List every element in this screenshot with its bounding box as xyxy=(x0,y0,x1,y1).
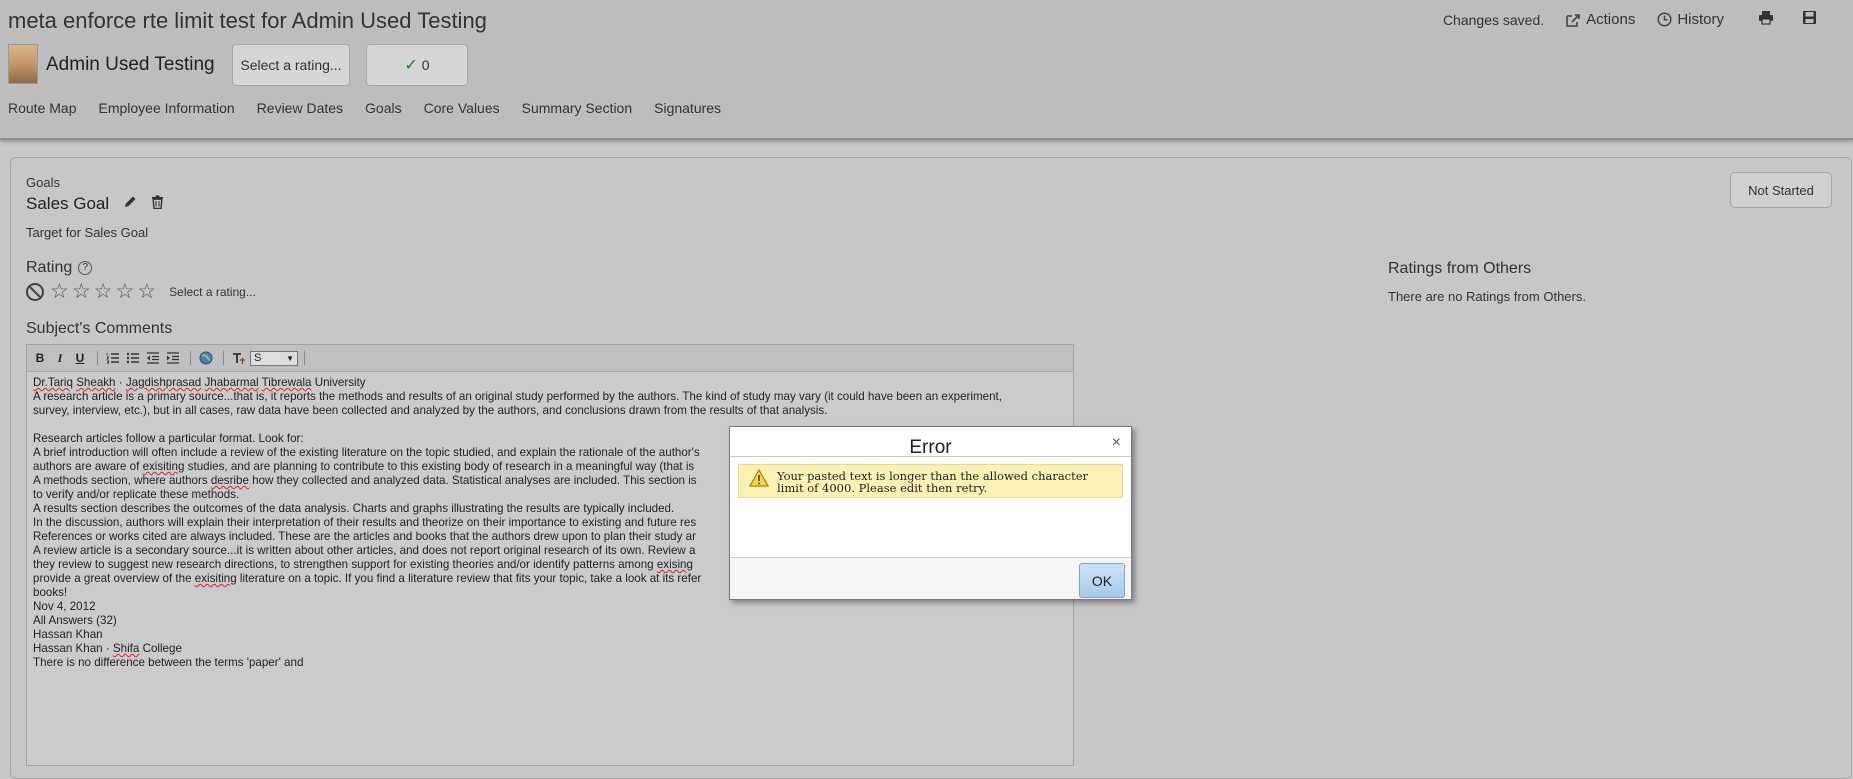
font-size-select[interactable]: S ▼ xyxy=(250,350,298,366)
top-actions: Changes saved. Actions History xyxy=(1443,10,1833,29)
pencil-icon[interactable] xyxy=(123,194,137,214)
warning-icon xyxy=(749,469,769,487)
comments-heading: Subject's Comments xyxy=(26,320,173,337)
star-icon-1[interactable]: ☆ xyxy=(50,281,69,302)
save-icon[interactable] xyxy=(1802,10,1817,29)
star-rating: ☆ ☆ ☆ ☆ ☆ Select a rating... xyxy=(26,281,256,302)
actions-label: Actions xyxy=(1586,11,1636,28)
check-count-button[interactable]: ✓ 0 xyxy=(366,44,468,86)
nav-employee-information[interactable]: Employee Information xyxy=(98,100,234,116)
underline-button[interactable]: U xyxy=(71,349,89,367)
rating-heading: Rating xyxy=(26,259,73,276)
bold-button[interactable]: B xyxy=(31,349,49,367)
share-icon xyxy=(1566,13,1580,27)
dialog-footer: OK xyxy=(730,557,1131,599)
toolbar-divider xyxy=(190,351,191,365)
goals-section-label: Goals xyxy=(26,175,60,190)
clock-icon xyxy=(1657,12,1672,27)
rating-heading-row: Rating ? xyxy=(26,259,93,277)
toolbar-divider xyxy=(223,351,224,365)
star-icon-2[interactable]: ☆ xyxy=(72,281,91,302)
ok-button[interactable]: OK xyxy=(1079,563,1125,598)
trash-icon[interactable] xyxy=(151,194,164,214)
save-status: Changes saved. xyxy=(1442,11,1545,28)
rating-select-label: Select a rating... xyxy=(169,285,256,299)
avatar xyxy=(8,44,38,84)
goal-title-row: Sales Goal xyxy=(26,194,164,214)
toolbar-divider xyxy=(97,351,98,365)
goal-status-button[interactable]: Not Started xyxy=(1730,172,1832,208)
editor-toolbar: B I U S ▼ xyxy=(27,345,1073,372)
goal-target: Target for Sales Goal xyxy=(26,225,149,240)
help-icon[interactable]: ? xyxy=(78,261,93,275)
nav-signatures[interactable]: Signatures xyxy=(654,100,721,116)
history-button[interactable]: History xyxy=(1657,11,1724,28)
close-icon[interactable]: × xyxy=(1112,434,1121,452)
link-globe-icon[interactable] xyxy=(197,349,215,367)
checkmark-icon: ✓ xyxy=(404,57,418,74)
ordered-list-icon[interactable] xyxy=(104,349,122,367)
star-icon-3[interactable]: ☆ xyxy=(94,281,113,302)
error-message-box: Your pasted text is longer than the allo… xyxy=(738,464,1123,498)
ratings-from-others-heading: Ratings from Others xyxy=(1388,260,1532,277)
goal-title: Sales Goal xyxy=(26,194,110,213)
actions-button[interactable]: Actions xyxy=(1566,11,1635,28)
nav-core-values[interactable]: Core Values xyxy=(424,100,500,116)
check-count: 0 xyxy=(421,57,430,73)
print-icon[interactable] xyxy=(1758,10,1774,29)
indent-icon[interactable] xyxy=(164,349,182,367)
section-nav: Route Map Employee Information Review Da… xyxy=(8,100,743,116)
toolbar-divider xyxy=(304,351,305,365)
dropdown-arrow-icon: ▼ xyxy=(286,353,294,363)
nav-review-dates[interactable]: Review Dates xyxy=(257,100,343,116)
outdent-icon[interactable] xyxy=(144,349,162,367)
text-format-icon[interactable] xyxy=(230,349,248,367)
ratings-from-others-text: There are no Ratings from Others. xyxy=(1388,289,1586,304)
nav-goals[interactable]: Goals xyxy=(365,100,402,116)
star-icon-5[interactable]: ☆ xyxy=(137,281,156,302)
no-rating-icon[interactable] xyxy=(26,283,44,301)
dialog-divider xyxy=(730,456,1131,457)
error-dialog: Error × Your pasted text is longer than … xyxy=(729,426,1132,600)
header-bar: meta enforce rte limit test for Admin Us… xyxy=(0,0,1853,140)
history-label: History xyxy=(1677,11,1724,28)
error-message: Your pasted text is longer than the allo… xyxy=(777,469,1089,495)
nav-summary-section[interactable]: Summary Section xyxy=(522,100,632,116)
page-title: meta enforce rte limit test for Admin Us… xyxy=(8,8,487,33)
unordered-list-icon[interactable] xyxy=(124,349,142,367)
star-icon-4[interactable]: ☆ xyxy=(115,281,134,302)
select-rating-button[interactable]: Select a rating... xyxy=(232,44,350,86)
employee-name: Admin Used Testing xyxy=(46,54,215,75)
nav-route-map[interactable]: Route Map xyxy=(8,100,76,116)
italic-button[interactable]: I xyxy=(51,349,69,367)
